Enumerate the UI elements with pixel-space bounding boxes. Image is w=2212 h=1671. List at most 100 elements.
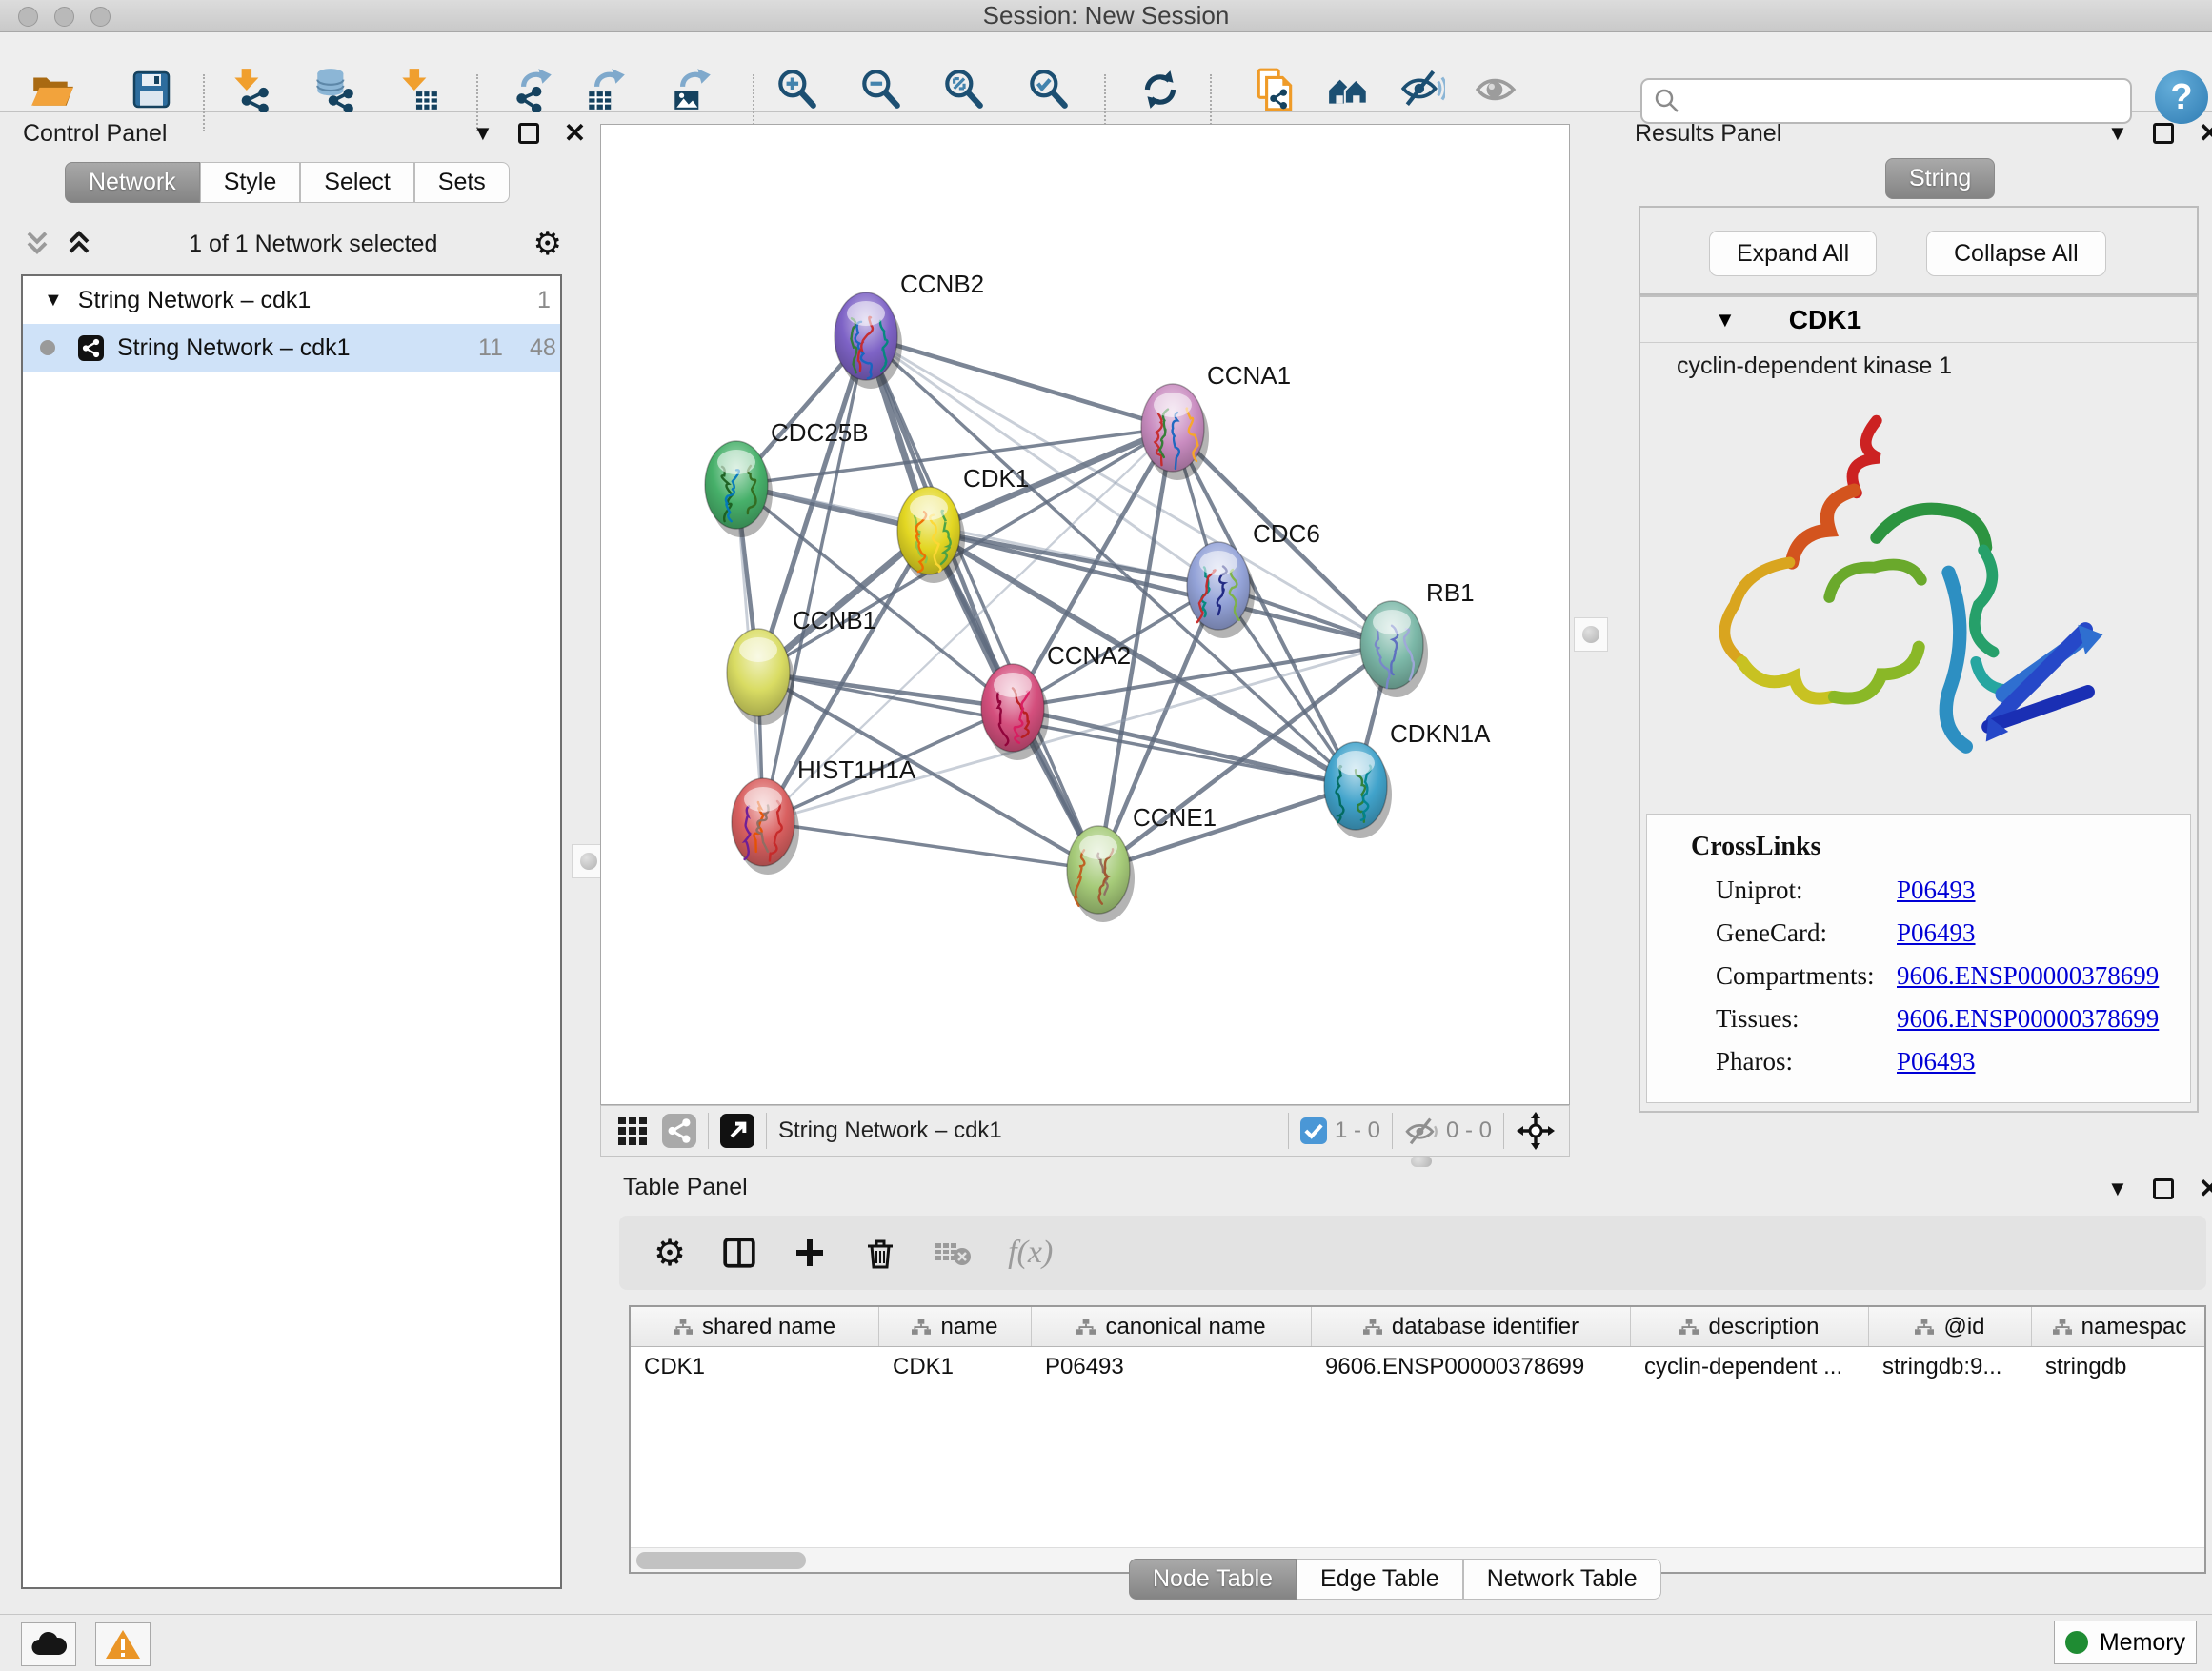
crosslink-link[interactable]: 9606.ENSP00000378699: [1897, 961, 2159, 991]
network-node-ccne1[interactable]: CCNE1: [1067, 803, 1217, 922]
export-network-button[interactable]: [508, 65, 557, 114]
tab-sets[interactable]: Sets: [414, 162, 510, 203]
column-header-id[interactable]: @id: [1869, 1307, 2032, 1346]
float-panel-icon[interactable]: [518, 123, 539, 144]
network-edge[interactable]: [866, 336, 1392, 645]
expand-all-button[interactable]: Expand All: [1709, 231, 1877, 276]
network-edge[interactable]: [866, 336, 1098, 870]
delete-table-icon[interactable]: [934, 1238, 972, 1268]
tab-style[interactable]: Style: [200, 162, 301, 203]
crosslink-link[interactable]: 9606.ENSP00000378699: [1897, 1004, 2159, 1034]
close-panel-icon[interactable]: ✕: [2199, 1176, 2212, 1202]
tab-node-table[interactable]: Node Table: [1129, 1559, 1297, 1600]
column-header-name[interactable]: name: [879, 1307, 1032, 1346]
network-edge[interactable]: [763, 336, 866, 822]
network-node-cdkn1a[interactable]: CDKN1A: [1324, 719, 1491, 838]
close-window-button[interactable]: [18, 7, 38, 27]
delete-column-icon[interactable]: [863, 1236, 897, 1270]
crosslink-link[interactable]: P06493: [1897, 876, 1976, 905]
import-network-from-database-button[interactable]: [310, 65, 359, 114]
right-splitter-handle[interactable]: [1574, 617, 1608, 652]
table-cell[interactable]: 9606.ENSP00000378699: [1312, 1347, 1631, 1387]
float-panel-icon[interactable]: [2153, 1178, 2174, 1199]
export-image-button[interactable]: [667, 65, 716, 114]
tab-select[interactable]: Select: [300, 162, 413, 203]
float-panel-icon[interactable]: [2153, 123, 2174, 144]
first-neighbors-button[interactable]: [1324, 65, 1374, 114]
function-builder-icon[interactable]: f(x): [1008, 1235, 1053, 1271]
network-edge[interactable]: [866, 336, 1173, 428]
import-network-icon: [227, 67, 272, 112]
panel-menu-caret-icon[interactable]: ▼: [2107, 121, 2128, 146]
section-collapse-caret-icon[interactable]: ▼: [1715, 308, 1736, 332]
zoom-selected-button[interactable]: [1023, 65, 1073, 114]
new-network-from-selection-button[interactable]: [1251, 65, 1300, 114]
table-row[interactable]: CDK1CDK1P064939606.ENSP00000378699cyclin…: [631, 1347, 2204, 1387]
zoom-out-button[interactable]: [855, 65, 905, 114]
column-header-canonicalname[interactable]: canonical name: [1032, 1307, 1312, 1346]
tab-network[interactable]: Network: [65, 162, 200, 203]
cloud-button[interactable]: [21, 1622, 76, 1666]
column-header-namespac[interactable]: namespac: [2032, 1307, 2206, 1346]
scrollbar-thumb[interactable]: [636, 1552, 806, 1569]
selected-checkbox-icon[interactable]: [1300, 1117, 1327, 1144]
panel-menu-caret-icon[interactable]: ▼: [2107, 1177, 2128, 1201]
collapse-all-button[interactable]: Collapse All: [1926, 231, 2106, 276]
column-header-databaseidentifier[interactable]: database identifier: [1312, 1307, 1631, 1346]
tab-edge-table[interactable]: Edge Table: [1297, 1559, 1463, 1600]
hide-selected-button[interactable]: [1398, 65, 1447, 114]
horizontal-splitter-handle[interactable]: [1402, 1155, 1440, 1168]
minimize-window-button[interactable]: [54, 7, 74, 27]
close-panel-icon[interactable]: ✕: [564, 120, 586, 147]
open-session-button[interactable]: [27, 65, 76, 114]
table-options-gear-icon[interactable]: ⚙: [654, 1232, 686, 1275]
grid-view-icon[interactable]: [616, 1115, 649, 1147]
network-edge[interactable]: [929, 531, 1392, 645]
network-row[interactable]: String Network – cdk1 11 48: [23, 324, 560, 372]
open-in-window-icon[interactable]: [720, 1114, 754, 1148]
apply-layout-button[interactable]: [1136, 65, 1185, 114]
show-columns-icon[interactable]: [722, 1236, 756, 1270]
collapse-all-icon[interactable]: [23, 230, 51, 258]
crosslink-link[interactable]: P06493: [1897, 918, 1976, 948]
close-panel-icon[interactable]: ✕: [2199, 120, 2212, 147]
table-cell[interactable]: CDK1: [879, 1347, 1032, 1387]
collection-expand-caret-icon[interactable]: ▼: [44, 290, 63, 312]
cdk1-section-header[interactable]: ▼ CDK1: [1640, 297, 2197, 343]
show-all-button[interactable]: [1471, 65, 1520, 114]
column-header-sharedname[interactable]: shared name: [631, 1307, 879, 1346]
add-column-icon[interactable]: [793, 1236, 827, 1270]
crosslink-link[interactable]: P06493: [1897, 1047, 1976, 1077]
expand-all-icon[interactable]: [65, 230, 93, 258]
network-node-ccnb2[interactable]: CCNB2: [835, 270, 984, 389]
table-cell[interactable]: P06493: [1032, 1347, 1312, 1387]
zoom-fit-button[interactable]: [938, 65, 988, 114]
warnings-button[interactable]: [95, 1622, 151, 1666]
table-cell[interactable]: cyclin-dependent ...: [1631, 1347, 1869, 1387]
memory-button[interactable]: Memory: [2054, 1621, 2197, 1664]
import-table-button[interactable]: [392, 65, 442, 114]
network-edge[interactable]: [1013, 708, 1356, 786]
network-canvas[interactable]: CCNB2CCNA1CDC25BCDK1CDC6RB1CCNB1CCNA2CDK…: [600, 124, 1570, 1105]
table-cell[interactable]: stringdb:9...: [1869, 1347, 2032, 1387]
import-network-button[interactable]: [225, 65, 274, 114]
column-header-description[interactable]: description: [1631, 1307, 1869, 1346]
zoom-in-button[interactable]: [772, 65, 821, 114]
network-node-ccna1[interactable]: CCNA1: [1141, 361, 1291, 480]
table-cell[interactable]: CDK1: [631, 1347, 879, 1387]
panel-menu-caret-icon[interactable]: ▼: [473, 121, 493, 146]
tab-string[interactable]: String: [1885, 158, 1995, 199]
tab-network-table[interactable]: Network Table: [1463, 1559, 1661, 1600]
table-cell[interactable]: stringdb: [2032, 1347, 2206, 1387]
network-collection-row[interactable]: ▼ String Network – cdk1 1: [23, 276, 560, 324]
export-table-button[interactable]: [581, 65, 631, 114]
network-edge[interactable]: [763, 822, 1098, 870]
network-view-share-icon[interactable]: [662, 1114, 696, 1148]
search-input[interactable]: [1680, 88, 2109, 114]
zoom-window-button[interactable]: [90, 7, 111, 27]
pan-crosshair-icon[interactable]: [1516, 1111, 1556, 1151]
hidden-eye-icon[interactable]: [1404, 1114, 1438, 1148]
save-session-button[interactable]: [127, 65, 176, 114]
network-options-gear-icon[interactable]: ⚙: [533, 225, 562, 263]
network-node-rb1[interactable]: RB1: [1360, 578, 1475, 697]
